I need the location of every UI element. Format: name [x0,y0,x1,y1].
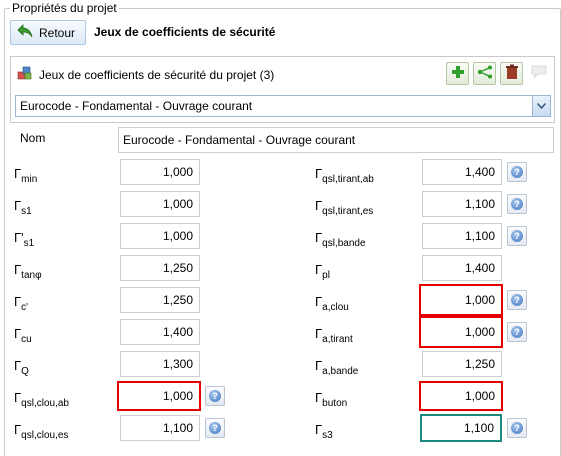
gamma-a-bande-field[interactable]: 1,250 [422,351,502,377]
gamma-a-tirant-field[interactable]: 1,000 [419,316,503,348]
safety-set-select-value: Eurocode - Fondamental - Ouvrage courant [20,99,253,113]
coef-label: Γc' [14,294,29,313]
group-title: Propriétés du projet [10,1,119,15]
comment-icon [530,65,548,82]
gamma-prime-s1-field[interactable]: 1,000 [120,223,200,249]
coef-label: Γqsl,tirant,es [315,198,374,217]
coef-row: Γqsl,clou,es 1,100 ? Γs3 1,100 ? [10,414,555,447]
comment-button[interactable] [527,62,550,85]
gamma-tanphi-field[interactable]: 1,250 [120,255,200,281]
coef-label: Γa,tirant [315,326,353,345]
help-icon: ? [209,422,221,434]
nom-label: Nom [20,131,46,145]
delete-button[interactable] [500,62,523,85]
coef-row: Γcu 1,400 Γa,tirant 1,000 ? [10,316,555,351]
gamma-buton-field[interactable]: 1,000 [419,381,503,411]
back-button-label: Retour [39,25,76,40]
help-button[interactable]: ? [507,226,527,246]
coef-label: Γs1 [14,198,32,217]
coef-label: Γ's1 [14,230,35,249]
delete-icon [505,64,519,83]
coef-label: Γa,clou [315,294,349,313]
gamma-s3-field[interactable]: 1,100 [420,414,502,442]
gamma-c-prime-field[interactable]: 1,250 [120,287,200,313]
coef-label: Γtanφ [14,262,42,281]
coef-label: Γqsl,clou,ab [14,390,69,409]
panel-header: Jeux de coefficients de sécurité du proj… [17,65,274,84]
gamma-qsl-clou-es-field[interactable]: 1,100 [120,415,200,441]
share-icon [477,65,493,82]
help-button[interactable]: ? [205,386,225,406]
safety-sets-panel: Jeux de coefficients de sécurité du proj… [10,56,555,123]
coef-row: Γs1 1,000 Γqsl,tirant,es 1,100 ? [10,191,555,223]
help-icon: ? [511,230,523,242]
help-icon: ? [511,422,523,434]
gamma-q-field[interactable]: 1,300 [120,351,200,377]
help-icon: ? [511,166,523,178]
back-button[interactable]: Retour [10,20,86,45]
help-button[interactable]: ? [205,418,225,438]
gamma-qsl-tirant-es-field[interactable]: 1,100 [422,191,502,217]
coef-label: Γmin [14,166,38,185]
coef-label: ΓQ [14,358,29,377]
gamma-qsl-clou-ab-field[interactable]: 1,000 [117,381,201,411]
coef-label: Γpl [315,262,330,281]
help-button[interactable]: ? [507,194,527,214]
coef-label: Γa,bande [315,358,359,377]
gamma-min-field[interactable]: 1,000 [120,159,200,185]
help-icon: ? [209,390,221,402]
gamma-s1-field[interactable]: 1,000 [120,191,200,217]
help-icon: ? [511,294,523,306]
coef-label: Γs3 [315,422,333,441]
coef-row: Γmin 1,000 Γqsl,tirant,ab 1,400 ? [10,159,555,191]
share-button[interactable] [473,62,496,85]
add-icon [451,65,465,82]
help-icon: ? [511,198,523,210]
nom-row: Nom Eurocode - Fondamental - Ouvrage cou… [10,127,555,159]
gamma-a-clou-field[interactable]: 1,000 [419,284,503,316]
gamma-pl-field[interactable]: 1,400 [422,255,502,281]
coef-label: Γqsl,tirant,ab [315,166,374,185]
coef-row: Γc' 1,250 Γa,clou 1,000 ? [10,284,555,319]
coef-row: ΓQ 1,300 Γa,bande 1,250 [10,351,555,383]
help-button[interactable]: ? [507,290,527,310]
coef-label: Γbuton [315,390,348,409]
gamma-qsl-bande-field[interactable]: 1,100 [422,223,502,249]
panel-tools [446,62,550,85]
cubes-icon [17,65,33,84]
gamma-qsl-tirant-ab-field[interactable]: 1,400 [422,159,502,185]
help-button[interactable]: ? [507,162,527,182]
coef-label: Γqsl,clou,es [14,422,69,441]
safety-set-select[interactable]: Eurocode - Fondamental - Ouvrage courant [15,95,551,117]
panel-header-label: Jeux de coefficients de sécurité du proj… [39,67,275,82]
add-button[interactable] [446,62,469,85]
gamma-cu-field[interactable]: 1,400 [120,319,200,345]
chevron-down-icon[interactable] [532,96,550,116]
help-button[interactable]: ? [507,322,527,342]
coef-label: Γqsl,bande [315,230,366,249]
help-button[interactable]: ? [507,418,527,438]
back-arrow-icon [17,24,33,41]
coef-label: Γcu [14,326,32,345]
nom-field[interactable]: Eurocode - Fondamental - Ouvrage courant [118,127,554,153]
help-icon: ? [511,326,523,338]
coef-row: Γqsl,clou,ab 1,000 ? Γbuton 1,000 [10,381,555,415]
coef-row: Γtanφ 1,250 Γpl 1,400 [10,255,555,287]
page-title: Jeux de coefficients de sécurité [94,25,276,39]
coef-row: Γ's1 1,000 Γqsl,bande 1,100 ? [10,223,555,255]
